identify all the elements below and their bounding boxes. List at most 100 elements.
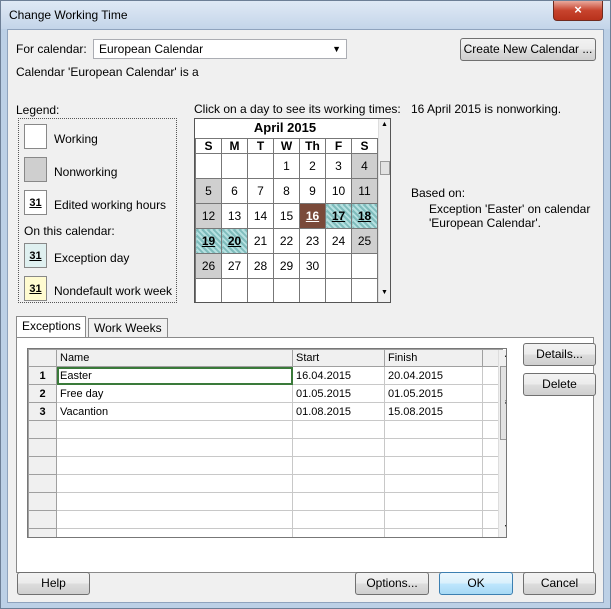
calendar-day[interactable] — [299, 278, 326, 302]
empty-cell[interactable] — [56, 528, 293, 537]
exception-finish-cell[interactable]: 15.08.2015 — [384, 402, 483, 421]
calendar-day[interactable]: 28 — [247, 253, 274, 279]
empty-cell[interactable] — [384, 438, 483, 457]
empty-cell[interactable] — [384, 420, 483, 439]
empty-cell[interactable] — [384, 456, 483, 475]
calendar-day[interactable]: 9 — [299, 178, 326, 204]
column-header-name[interactable]: Name — [56, 349, 293, 367]
calendar-scrollbar[interactable]: ▲ ▼ — [378, 119, 390, 302]
calendar-day[interactable] — [273, 278, 300, 302]
grid-scrollbar[interactable]: ▲ ≡ ▼ — [498, 350, 506, 537]
scroll-down-icon[interactable]: ▼ — [379, 289, 390, 296]
exceptions-grid[interactable]: Name Start Finish 1 Easter 16.04.2015 20… — [27, 348, 507, 538]
row-number[interactable] — [28, 438, 57, 457]
row-number[interactable] — [28, 510, 57, 529]
empty-cell[interactable] — [292, 456, 385, 475]
close-button[interactable]: × — [553, 1, 603, 21]
calendar-day[interactable]: 21 — [247, 228, 274, 254]
calendar-day[interactable]: 8 — [273, 178, 300, 204]
calendar-day[interactable]: 1 — [273, 153, 300, 179]
empty-cell[interactable] — [56, 492, 293, 511]
calendar-day[interactable]: 29 — [273, 253, 300, 279]
exception-start-cell[interactable]: 16.04.2015 — [292, 366, 385, 385]
empty-cell[interactable] — [56, 510, 293, 529]
empty-row[interactable] — [28, 492, 503, 511]
row-number[interactable]: 3 — [28, 402, 57, 421]
scroll-up-icon[interactable]: ▲ — [379, 121, 390, 128]
empty-cell[interactable] — [292, 438, 385, 457]
exception-name-cell[interactable]: Free day — [56, 384, 293, 403]
calendar-day[interactable] — [351, 278, 378, 302]
row-number[interactable]: 2 — [28, 384, 57, 403]
calendar-day[interactable] — [351, 253, 378, 279]
row-number[interactable]: 1 — [28, 366, 57, 385]
calendar-day[interactable]: 27 — [221, 253, 248, 279]
row-number[interactable] — [28, 474, 57, 493]
scroll-thumb[interactable]: ≡ — [500, 366, 506, 440]
tab-exceptions[interactable]: Exceptions — [16, 316, 86, 338]
calendar-day[interactable]: 14 — [247, 203, 274, 229]
calendar-day[interactable]: 30 — [299, 253, 326, 279]
calendar-day[interactable]: 24 — [325, 228, 352, 254]
empty-row[interactable] — [28, 438, 503, 457]
calendar-select[interactable]: European Calendar ▼ — [93, 39, 347, 59]
calendar-day-exception[interactable]: 17 — [325, 203, 352, 229]
empty-row[interactable] — [28, 474, 503, 493]
calendar-day[interactable]: 2 — [299, 153, 326, 179]
calendar-day-exception[interactable]: 18 — [351, 203, 378, 229]
calendar-day[interactable]: 11 — [351, 178, 378, 204]
exception-finish-cell[interactable]: 20.04.2015 — [384, 366, 483, 385]
empty-cell[interactable] — [384, 492, 483, 511]
empty-row[interactable] — [28, 510, 503, 529]
empty-cell[interactable] — [292, 510, 385, 529]
calendar-day[interactable]: 4 — [351, 153, 378, 179]
empty-cell[interactable] — [56, 474, 293, 493]
calendar-day[interactable]: 22 — [273, 228, 300, 254]
cancel-button[interactable]: Cancel — [523, 572, 596, 595]
empty-cell[interactable] — [292, 474, 385, 493]
calendar-day[interactable]: 13 — [221, 203, 248, 229]
tab-work-weeks[interactable]: Work Weeks — [88, 318, 168, 338]
scroll-up-icon[interactable]: ▲ — [499, 352, 506, 359]
calendar-day[interactable] — [221, 153, 248, 179]
calendar-day-selected[interactable]: 16 — [299, 203, 326, 229]
empty-cell[interactable] — [384, 474, 483, 493]
row-number[interactable] — [28, 492, 57, 511]
ok-button[interactable]: OK — [439, 572, 513, 595]
calendar-day[interactable] — [247, 153, 274, 179]
calendar-day[interactable]: 7 — [247, 178, 274, 204]
empty-row[interactable] — [28, 420, 503, 439]
table-row[interactable]: 2 Free day 01.05.2015 01.05.2015 — [28, 384, 503, 403]
column-header-start[interactable]: Start — [292, 349, 385, 367]
empty-cell[interactable] — [56, 456, 293, 475]
title-bar[interactable]: Change Working Time × — [1, 1, 610, 29]
month-calendar[interactable]: April 2015 S M T W Th F S 1 2 3 4 5 6 7 … — [194, 118, 391, 303]
scroll-down-icon[interactable]: ▼ — [499, 524, 506, 531]
calendar-day[interactable] — [247, 278, 274, 302]
empty-cell[interactable] — [56, 420, 293, 439]
calendar-day[interactable] — [325, 253, 352, 279]
exception-name-cell[interactable]: Vacantion — [56, 402, 293, 421]
calendar-day[interactable] — [221, 278, 248, 302]
calendar-day[interactable]: 6 — [221, 178, 248, 204]
calendar-day[interactable]: 15 — [273, 203, 300, 229]
calendar-day[interactable]: 3 — [325, 153, 352, 179]
calendar-day[interactable] — [195, 278, 222, 302]
empty-cell[interactable] — [56, 438, 293, 457]
empty-row[interactable] — [28, 528, 503, 537]
help-button[interactable]: Help — [17, 572, 90, 595]
details-button[interactable]: Details... — [523, 343, 596, 366]
calendar-day[interactable] — [195, 153, 222, 179]
empty-cell[interactable] — [292, 528, 385, 537]
calendar-day[interactable]: 12 — [195, 203, 222, 229]
create-new-calendar-button[interactable]: Create New Calendar ... — [460, 38, 596, 61]
scroll-thumb[interactable] — [380, 161, 390, 175]
calendar-day[interactable]: 10 — [325, 178, 352, 204]
row-number[interactable] — [28, 420, 57, 439]
calendar-day[interactable]: 23 — [299, 228, 326, 254]
exception-finish-cell[interactable]: 01.05.2015 — [384, 384, 483, 403]
empty-cell[interactable] — [384, 510, 483, 529]
delete-button[interactable]: Delete — [523, 373, 596, 396]
empty-row[interactable] — [28, 456, 503, 475]
calendar-day-exception[interactable]: 19 — [195, 228, 222, 254]
